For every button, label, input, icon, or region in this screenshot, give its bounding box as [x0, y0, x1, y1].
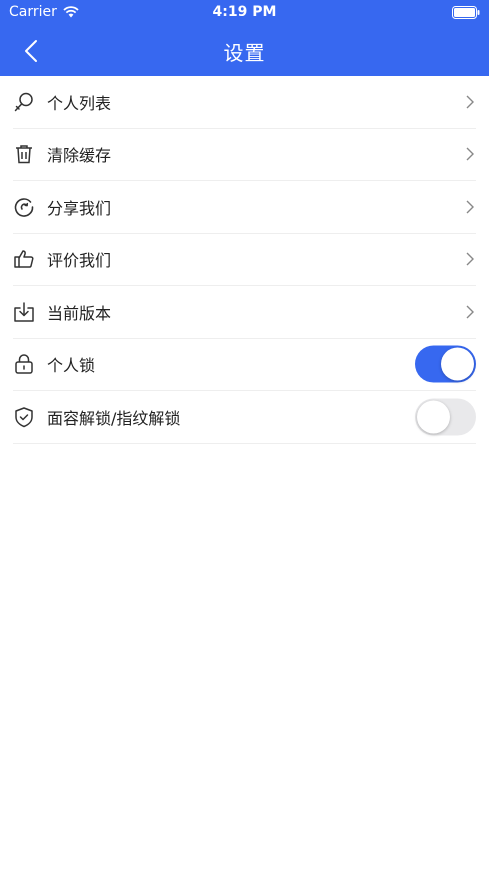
settings-item-share[interactable]: 分享我们 — [13, 181, 476, 234]
settings-item-clear-cache[interactable]: 清除缓存 — [13, 129, 476, 181]
status-bar: Carrier 4:19 PM — [0, 0, 489, 24]
settings-item-personal-list[interactable]: 个人列表 — [13, 76, 476, 129]
settings-item-label: 当前版本 — [47, 303, 112, 323]
toggle-knob — [417, 400, 450, 434]
search-icon — [13, 91, 35, 113]
lock-icon — [13, 353, 35, 375]
shield-icon — [13, 406, 35, 428]
chevron-right-icon — [466, 147, 474, 161]
settings-item-label: 评价我们 — [47, 251, 112, 271]
chevron-right-icon — [466, 252, 474, 266]
chevron-right-icon — [466, 95, 474, 109]
settings-item-current-version[interactable]: 当前版本 — [13, 286, 476, 339]
download-icon — [13, 301, 35, 323]
app-header: Carrier 4:19 PM 设置 — [0, 0, 489, 76]
settings-item-biometric-unlock: 面容解锁/指纹解锁 — [13, 391, 476, 444]
chevron-right-icon — [466, 305, 474, 319]
settings-item-label: 清除缓存 — [47, 146, 112, 166]
navigation-bar: 设置 — [0, 24, 489, 76]
settings-item-label: 面容解锁/指纹解锁 — [47, 408, 181, 428]
battery-icon — [452, 6, 480, 19]
chevron-right-icon — [466, 200, 474, 214]
biometric-unlock-toggle[interactable] — [415, 398, 476, 436]
status-time: 4:19 PM — [212, 4, 277, 20]
page-title: 设置 — [223, 41, 266, 65]
trash-icon — [13, 143, 35, 165]
settings-list: 个人列表 清除缓存 分享我们 评价我们 当前版本 个人锁 面容解锁/指纹解锁 — [0, 76, 489, 444]
share-icon — [13, 196, 35, 218]
personal-lock-toggle[interactable] — [415, 345, 476, 383]
thumbs-up-icon — [13, 248, 35, 270]
settings-item-label: 分享我们 — [47, 198, 112, 218]
toggle-knob — [441, 347, 474, 381]
settings-item-label: 个人锁 — [47, 356, 96, 376]
settings-item-rate-us[interactable]: 评价我们 — [13, 234, 476, 286]
settings-item-personal-lock: 个人锁 — [13, 339, 476, 391]
settings-item-label: 个人列表 — [47, 93, 112, 113]
